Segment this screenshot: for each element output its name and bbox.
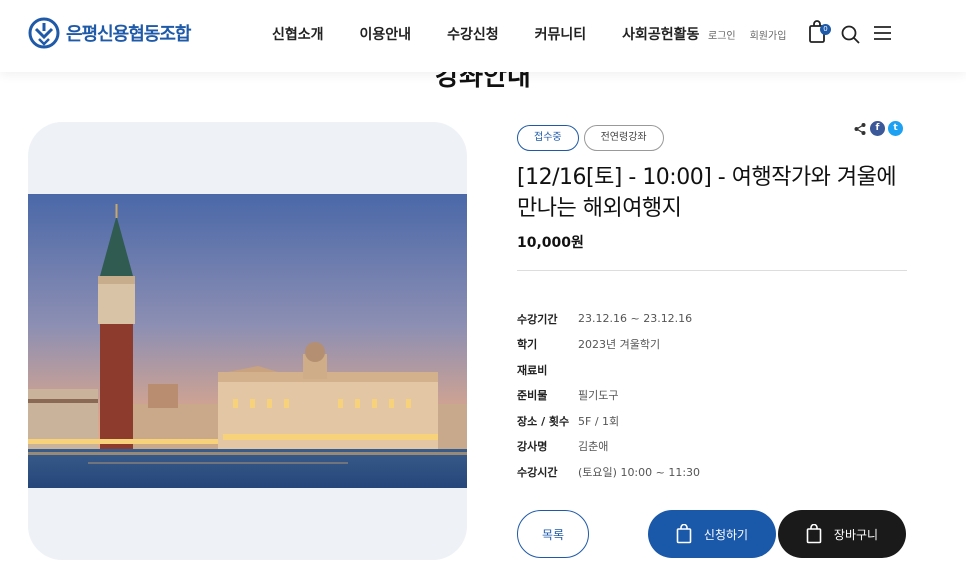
menu-button[interactable] (872, 20, 896, 46)
cart-icon-button[interactable]: 0 (808, 20, 832, 46)
info-value: 5F / 1회 (578, 414, 620, 428)
add-to-cart-button[interactable]: 장바구니 (778, 510, 906, 558)
nav-item-community[interactable]: 커뮤니티 (535, 24, 587, 44)
info-label: 수강시간 (517, 465, 558, 479)
category-badge: 전연령강좌 (583, 125, 664, 151)
login-link[interactable]: 로그인 (708, 27, 736, 42)
info-row-material-fee: 재료비 (517, 357, 700, 383)
course-price: 10,000원 (517, 235, 584, 251)
info-value: 김춘애 (578, 440, 609, 454)
course-title: [12/16[토] - 10:00] - 여행작가와 겨울에 만나는 해외여행지 (517, 165, 897, 221)
list-button[interactable]: 목록 (517, 510, 589, 558)
course-image-card (28, 122, 467, 560)
divider (517, 270, 907, 271)
nav-item-about[interactable]: 신협소개 (272, 24, 324, 44)
facebook-icon[interactable]: f (870, 121, 885, 136)
shopping-bag-icon (676, 524, 692, 544)
info-row-supplies: 준비물 필기도구 (517, 383, 700, 409)
hamburger-menu-icon (874, 26, 891, 40)
share-icon[interactable] (853, 122, 867, 136)
shopping-bag-icon (806, 524, 822, 544)
util-links: 로그인 회원가입 (708, 27, 786, 42)
info-label: 재료비 (517, 363, 548, 377)
info-row-semester: 학기 2023년 겨울학기 (517, 332, 700, 358)
cart-button-label: 장바구니 (833, 527, 879, 542)
info-value: (토요일) 10:00 ~ 11:30 (578, 465, 701, 479)
nav-item-social[interactable]: 사회공헌활동 (622, 24, 699, 44)
apply-button[interactable]: 신청하기 (648, 510, 776, 558)
site-header: 은평신용협동조합 신협소개 이용안내 수강신청 커뮤니티 사회공헌활동 로그인 … (0, 0, 966, 72)
main-nav: 신협소개 이용안내 수강신청 커뮤니티 사회공헌활동 (272, 24, 735, 44)
signup-link[interactable]: 회원가입 (750, 27, 787, 42)
info-row-period: 수강기간 23.12.16 ~ 23.12.16 (517, 306, 700, 332)
nav-item-enroll[interactable]: 수강신청 (447, 24, 499, 44)
logo[interactable]: 은평신용협동조합 (28, 17, 191, 49)
info-row-instructor: 강사명 김춘애 (517, 434, 700, 460)
info-label: 장소 / 횟수 (517, 414, 570, 428)
list-button-label: 목록 (541, 527, 565, 542)
logo-icon (28, 17, 60, 49)
info-label: 학기 (517, 338, 538, 352)
twitter-icon[interactable]: t (888, 121, 903, 136)
info-label: 준비물 (517, 389, 548, 403)
info-label: 수강기간 (517, 312, 558, 326)
nav-item-guide[interactable]: 이용안내 (360, 24, 412, 44)
info-value: 23.12.16 ~ 23.12.16 (578, 312, 693, 326)
info-value: 2023년 겨울학기 (578, 338, 661, 352)
share-buttons: f t (853, 121, 903, 136)
search-icon (841, 25, 860, 44)
course-info-list: 수강기간 23.12.16 ~ 23.12.16 학기 2023년 겨울학기 재… (517, 306, 700, 485)
course-tags: 접수중 전연령강좌 (517, 125, 664, 151)
cart-count-badge: 0 (820, 24, 831, 35)
info-value: 필기도구 (578, 389, 619, 403)
course-image (28, 194, 467, 488)
info-label: 강사명 (517, 440, 548, 454)
search-button[interactable] (840, 20, 864, 46)
logo-text: 은평신용협동조합 (66, 24, 191, 45)
info-row-time: 수강시간 (토요일) 10:00 ~ 11:30 (517, 459, 700, 485)
apply-button-label: 신청하기 (703, 527, 749, 542)
info-row-location: 장소 / 횟수 5F / 1회 (517, 408, 700, 434)
status-badge: 접수중 (517, 125, 579, 151)
